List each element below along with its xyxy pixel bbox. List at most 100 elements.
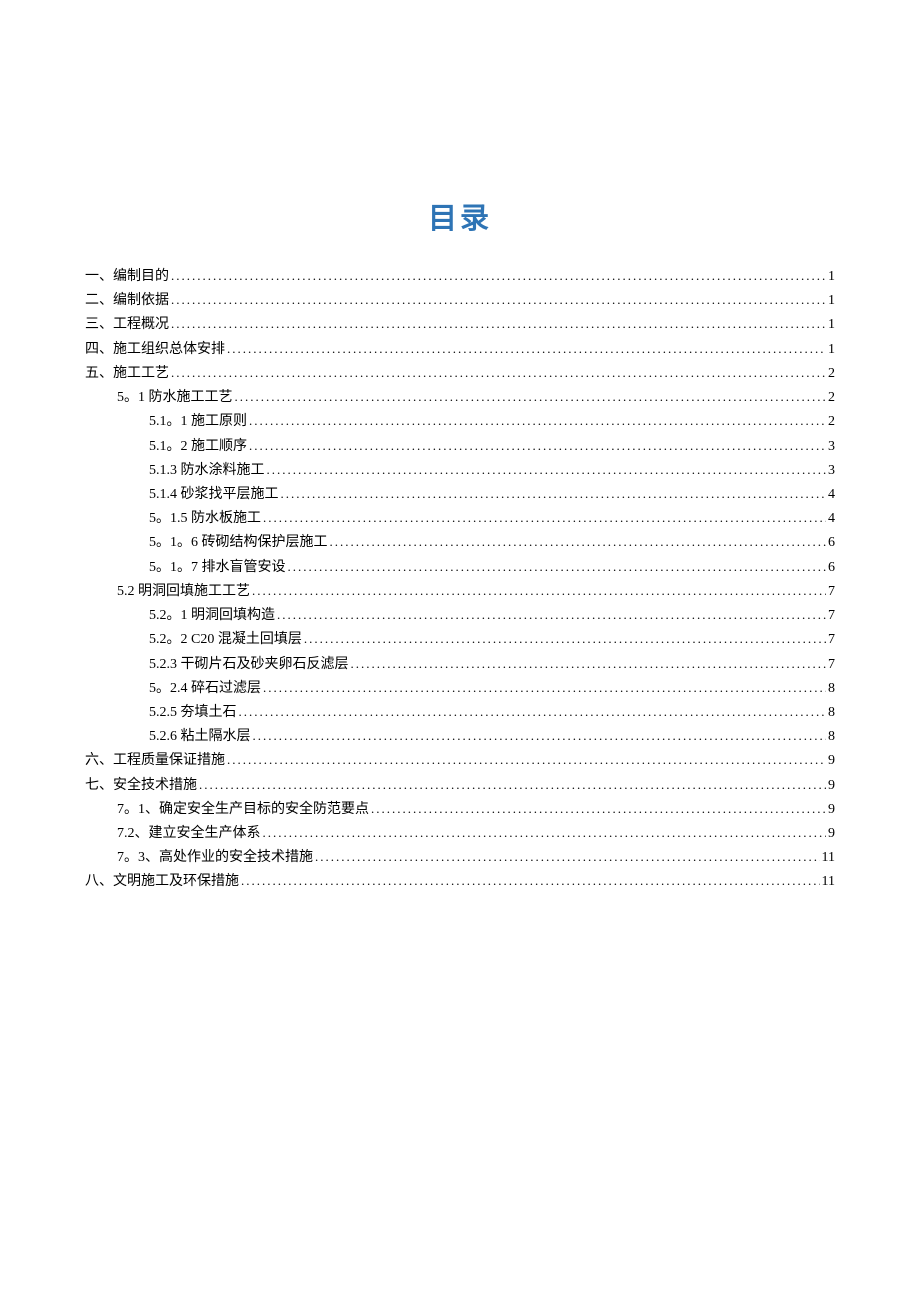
- toc-entry: 五、施工工艺 2: [85, 362, 835, 386]
- toc-entry-label: 5.2.5 夯填土石: [149, 701, 237, 725]
- toc-entry-leader: [249, 410, 826, 434]
- toc-entry-page: 1: [828, 338, 835, 362]
- toc-entry-label: 七、安全技术措施: [85, 774, 197, 798]
- toc-entry-label: 5.1.3 防水涂料施工: [149, 459, 265, 483]
- toc-entry-label: 5。2.4 碎石过滤层: [149, 677, 261, 701]
- toc-entry: 5.2.6 粘土隔水层 8: [85, 725, 835, 749]
- toc-entry-leader: [199, 774, 826, 798]
- toc-entry-leader: [263, 822, 827, 846]
- toc-entry-label: 5.1。2 施工顺序: [149, 435, 247, 459]
- toc-entry-leader: [241, 870, 820, 894]
- toc-entry-label: 5.1。1 施工原则: [149, 410, 247, 434]
- toc-entry-leader: [227, 338, 826, 362]
- toc-entry: 5.1.4 砂浆找平层施工 4: [85, 483, 835, 507]
- toc-entry-page: 1: [828, 265, 835, 289]
- toc-entry-leader: [288, 556, 827, 580]
- toc-entry-label: 7。3、高处作业的安全技术措施: [117, 846, 313, 870]
- toc-entry-label: 5。1.5 防水板施工: [149, 507, 261, 531]
- toc-entry-label: 四、施工组织总体安排: [85, 338, 225, 362]
- toc-entry-leader: [252, 580, 826, 604]
- toc-entry: 一、编制目的 1: [85, 265, 835, 289]
- toc-title: 目录: [85, 195, 835, 237]
- toc-entry-label: 5.2。2 C20 混凝土回填层: [149, 628, 302, 652]
- toc-entry-label: 五、施工工艺: [85, 362, 169, 386]
- toc-entry-page: 1: [828, 313, 835, 337]
- toc-entry: 5.2。2 C20 混凝土回填层 7: [85, 628, 835, 652]
- toc-entry-label: 5.2.3 干砌片石及砂夹卵石反滤层: [149, 653, 349, 677]
- toc-entry: 5.1.3 防水涂料施工 3: [85, 459, 835, 483]
- toc-entry-leader: [249, 435, 826, 459]
- toc-entry-page: 2: [828, 362, 835, 386]
- toc-entry-page: 8: [828, 725, 835, 749]
- toc-entry-leader: [239, 701, 827, 725]
- toc-entry: 7.2、建立安全生产体系 9: [85, 822, 835, 846]
- toc-entry-label: 5.2.6 粘土隔水层: [149, 725, 251, 749]
- toc-entry-page: 8: [828, 701, 835, 725]
- toc-entry-label: 5。1。7 排水盲管安设: [149, 556, 286, 580]
- toc-entry: 7。3、高处作业的安全技术措施 11: [85, 846, 835, 870]
- toc-entry-page: 9: [828, 774, 835, 798]
- toc-entry-page: 11: [822, 846, 835, 870]
- toc-entry-label: 二、编制依据: [85, 289, 169, 313]
- toc-entry-page: 8: [828, 677, 835, 701]
- toc-entry: 二、编制依据 1: [85, 289, 835, 313]
- toc-entry: 7。1、确定安全生产目标的安全防范要点 9: [85, 798, 835, 822]
- toc-entry-page: 2: [828, 386, 835, 410]
- toc-entry-page: 7: [828, 628, 835, 652]
- toc-entry-label: 5.2。1 明洞回填构造: [149, 604, 275, 628]
- toc-entry-leader: [371, 798, 826, 822]
- toc-entry-page: 6: [828, 531, 835, 555]
- toc-entry-page: 7: [828, 604, 835, 628]
- toc-entry-label: 六、工程质量保证措施: [85, 749, 225, 773]
- toc-entry: 三、工程概况 1: [85, 313, 835, 337]
- toc-entry-leader: [263, 507, 826, 531]
- toc-entry: 5。1。7 排水盲管安设 6: [85, 556, 835, 580]
- toc-entry-label: 三、工程概况: [85, 313, 169, 337]
- toc-entry-page: 3: [828, 459, 835, 483]
- toc-entry: 四、施工组织总体安排 1: [85, 338, 835, 362]
- toc-entry-label: 5。1。6 砖砌结构保护层施工: [149, 531, 328, 555]
- toc-entry-page: 6: [828, 556, 835, 580]
- toc-entry-page: 9: [828, 822, 835, 846]
- toc-entry-page: 9: [828, 798, 835, 822]
- toc-list: 一、编制目的1二、编制依据1三、工程概况1四、施工组织总体安排1五、施工工艺25…: [85, 265, 835, 895]
- toc-entry: 5.2.5 夯填土石 8: [85, 701, 835, 725]
- toc-entry-leader: [263, 677, 826, 701]
- toc-entry-label: 5.2 明洞回填施工工艺: [117, 580, 250, 604]
- toc-entry-leader: [171, 289, 826, 313]
- toc-entry: 5。1 防水施工工艺 2: [85, 386, 835, 410]
- toc-entry-label: 一、编制目的: [85, 265, 169, 289]
- toc-entry-page: 1: [828, 289, 835, 313]
- toc-entry-page: 4: [828, 507, 835, 531]
- toc-entry: 5。1。6 砖砌结构保护层施工 6: [85, 531, 835, 555]
- toc-entry-leader: [330, 531, 827, 555]
- toc-entry-page: 7: [828, 580, 835, 604]
- toc-entry-label: 7。1、确定安全生产目标的安全防范要点: [117, 798, 369, 822]
- toc-entry-leader: [253, 725, 827, 749]
- toc-entry-label: 5。1 防水施工工艺: [117, 386, 233, 410]
- toc-entry: 八、文明施工及环保措施 11: [85, 870, 835, 894]
- toc-entry: 5。1.5 防水板施工 4: [85, 507, 835, 531]
- toc-entry-page: 9: [828, 749, 835, 773]
- toc-entry: 5.2 明洞回填施工工艺 7: [85, 580, 835, 604]
- toc-entry-leader: [171, 265, 826, 289]
- toc-entry-leader: [235, 386, 827, 410]
- toc-entry-leader: [281, 483, 827, 507]
- toc-entry-label: 7.2、建立安全生产体系: [117, 822, 261, 846]
- toc-entry-leader: [304, 628, 826, 652]
- toc-entry-label: 八、文明施工及环保措施: [85, 870, 239, 894]
- toc-entry-page: 3: [828, 435, 835, 459]
- toc-entry: 5.2。1 明洞回填构造 7: [85, 604, 835, 628]
- toc-entry-page: 4: [828, 483, 835, 507]
- toc-entry: 5.1。2 施工顺序 3: [85, 435, 835, 459]
- toc-entry-leader: [227, 749, 826, 773]
- toc-entry: 5.2.3 干砌片石及砂夹卵石反滤层7: [85, 653, 835, 677]
- toc-entry-leader: [315, 846, 820, 870]
- toc-entry-leader: [351, 653, 827, 677]
- toc-entry-page: 2: [828, 410, 835, 434]
- toc-entry-leader: [277, 604, 826, 628]
- toc-entry-label: 5.1.4 砂浆找平层施工: [149, 483, 279, 507]
- toc-entry: 5.1。1 施工原则 2: [85, 410, 835, 434]
- toc-entry-page: 11: [822, 870, 835, 894]
- toc-entry-leader: [267, 459, 827, 483]
